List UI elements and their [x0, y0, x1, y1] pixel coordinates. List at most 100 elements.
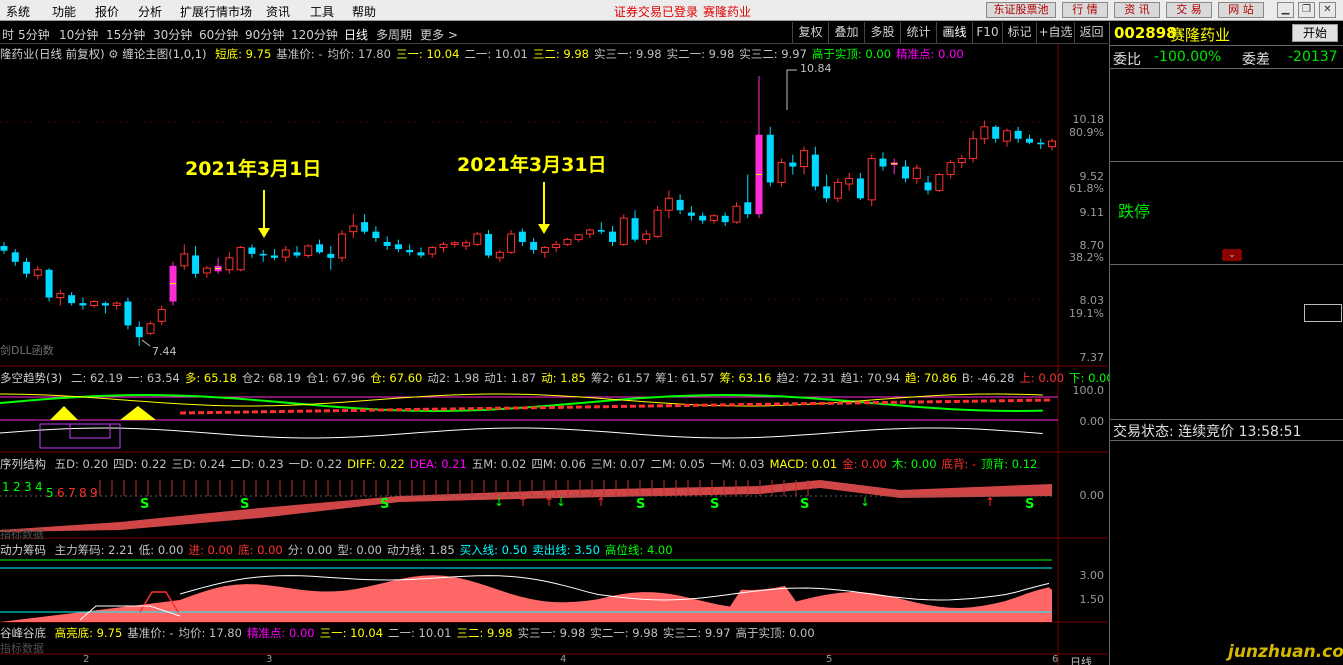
- legend-item: 动2: 1.98: [427, 371, 480, 385]
- period-daily[interactable]: 日线: [344, 26, 368, 43]
- menu-item-function[interactable]: 功能: [52, 3, 76, 20]
- p3-y-3: 3.00: [1079, 569, 1105, 582]
- legend-item: 精准点: 0.00: [246, 626, 315, 640]
- valley-panel-title[interactable]: 谷峰谷底: [0, 626, 46, 640]
- candle-body: [23, 261, 31, 274]
- stat-row: [1110, 323, 1343, 341]
- f10-button[interactable]: F10: [972, 22, 1002, 43]
- x-label-3: 3: [266, 654, 273, 665]
- main-indicator-name[interactable]: 缠论主图(1,0,1): [122, 47, 206, 61]
- stock-name: 赛隆药业: [1170, 26, 1231, 44]
- ask-row[interactable]: [1110, 108, 1343, 126]
- period-tick[interactable]: 时: [2, 26, 14, 43]
- candle-body: [124, 301, 132, 326]
- overlay-button[interactable]: 叠加: [828, 22, 864, 43]
- period-120min[interactable]: 120分钟: [291, 26, 338, 43]
- restore-icon[interactable]: ❐: [1298, 2, 1315, 18]
- market-button[interactable]: 行 情: [1062, 2, 1108, 18]
- multi-stock-button[interactable]: 多股: [864, 22, 900, 43]
- sequence-up-arrow: ↑: [985, 495, 995, 509]
- valley-sub-label: 指标数据: [0, 642, 44, 655]
- commission-diff-value: -20137: [1288, 49, 1338, 65]
- candle-body: [192, 255, 200, 274]
- menu-item-ext-market[interactable]: 扩展行情市场: [180, 3, 252, 20]
- period-multi[interactable]: 多周期: [376, 26, 412, 43]
- sequence-digit: 5: [46, 486, 54, 500]
- legend-item: 趋: 70.86: [904, 371, 957, 385]
- legend-item: 二M: 0.05: [650, 457, 706, 471]
- candle-body: [327, 253, 335, 258]
- chip-panel-title[interactable]: 动力筹码: [0, 543, 46, 557]
- collapse-chevron-icon[interactable]: ⌄: [1222, 249, 1242, 261]
- y-label-80-9: 80.9%: [1069, 126, 1104, 139]
- stock-pool-button[interactable]: 东证股票池: [986, 2, 1056, 18]
- candle-body: [619, 217, 628, 245]
- candle-body: [800, 150, 809, 168]
- add-watchlist-button[interactable]: +自选: [1036, 22, 1074, 43]
- legend-item: 实二一: 9.98: [590, 626, 658, 640]
- website-button[interactable]: 网 站: [1218, 2, 1264, 18]
- x-axis-period[interactable]: 日线: [1070, 654, 1092, 665]
- period-15min[interactable]: 15分钟: [106, 26, 145, 43]
- period-30min[interactable]: 30分钟: [153, 26, 192, 43]
- ask-row[interactable]: [1110, 72, 1343, 90]
- y-label-19-1: 19.1%: [1069, 307, 1104, 320]
- annotation-date-1: 2021年3月1日: [185, 158, 322, 180]
- period-10min[interactable]: 10分钟: [59, 26, 98, 43]
- candle-body: [845, 177, 854, 185]
- ask-row[interactable]: [1110, 144, 1343, 162]
- candle-body: [180, 253, 189, 267]
- trade-button[interactable]: 交 易: [1166, 2, 1212, 18]
- candle-body: [495, 251, 504, 259]
- candle-body: [45, 269, 53, 298]
- draw-line-button[interactable]: 画线: [936, 22, 972, 43]
- main-chart-title: 隆药业(日线 前复权): [0, 47, 105, 61]
- mark-button[interactable]: 标记: [1002, 22, 1036, 43]
- ask-row[interactable]: [1110, 126, 1343, 144]
- menu-item-system[interactable]: 系统: [6, 3, 30, 20]
- legend-item: 均价: 17.80: [178, 626, 242, 640]
- period-60min[interactable]: 60分钟: [199, 26, 238, 43]
- legend-item: 四M: 0.06: [531, 457, 586, 471]
- adjust-button[interactable]: 复权: [792, 22, 828, 43]
- candle-body: [33, 269, 42, 276]
- period-90min[interactable]: 90分钟: [245, 26, 284, 43]
- period-more[interactable]: 更多 >: [420, 26, 458, 43]
- x-label-6: 6: [1052, 654, 1059, 665]
- menu-item-quote[interactable]: 报价: [95, 3, 119, 20]
- sequence-panel-title[interactable]: 序列结构: [0, 457, 46, 471]
- menu-item-help[interactable]: 帮助: [352, 3, 376, 20]
- ask-row[interactable]: [1110, 90, 1343, 108]
- limit-down-label: 跌停: [1118, 202, 1151, 221]
- menu-item-info[interactable]: 资讯: [266, 3, 290, 20]
- candle-body: [879, 158, 887, 167]
- candle-body: [664, 197, 673, 211]
- stat-row: [1110, 380, 1343, 398]
- y-label-10-18: 10.18: [1072, 113, 1105, 126]
- legend-item: 高亮底: 9.75: [54, 626, 123, 640]
- quote-panel: 002898 赛隆药业 开始 委比 -100.00% 委差 -20137 跌停 …: [1109, 22, 1343, 665]
- sequence-s-marker: S: [140, 497, 149, 512]
- sequence-digit: 1: [2, 480, 10, 494]
- menu-item-analysis[interactable]: 分析: [138, 3, 162, 20]
- period-5min[interactable]: 5分钟: [18, 26, 50, 43]
- low-price-label: 7.44: [152, 345, 177, 358]
- candle-body: [112, 302, 121, 306]
- close-icon[interactable]: ✕: [1319, 2, 1336, 18]
- legend-item: 均价: 17.80: [327, 47, 391, 61]
- legend-item: 下: 0.00: [1069, 371, 1114, 385]
- settings-icon[interactable]: ⚙: [108, 47, 118, 61]
- sequence-digit: 7: [68, 486, 76, 500]
- minimize-icon[interactable]: ▁: [1277, 2, 1294, 18]
- start-button[interactable]: 开始: [1292, 24, 1338, 42]
- news-button[interactable]: 资 讯: [1114, 2, 1160, 18]
- legend-item: B: -46.28: [961, 371, 1015, 385]
- legend-item: 短底: 9.75: [215, 47, 272, 61]
- sequence-panel-legend: 序列结构 五D: 0.20 四D: 0.22 三D: 0.24 二D: 0.23 一D:…: [0, 456, 1037, 472]
- annotation-date-2: 2021年3月31日: [457, 154, 607, 176]
- back-button[interactable]: 返回: [1074, 22, 1108, 43]
- menu-item-tools[interactable]: 工具: [310, 3, 334, 20]
- trend-panel-title[interactable]: 多空趋势(3): [0, 371, 62, 385]
- legend-item: 多: 65.18: [184, 371, 237, 385]
- stats-button[interactable]: 统计: [900, 22, 936, 43]
